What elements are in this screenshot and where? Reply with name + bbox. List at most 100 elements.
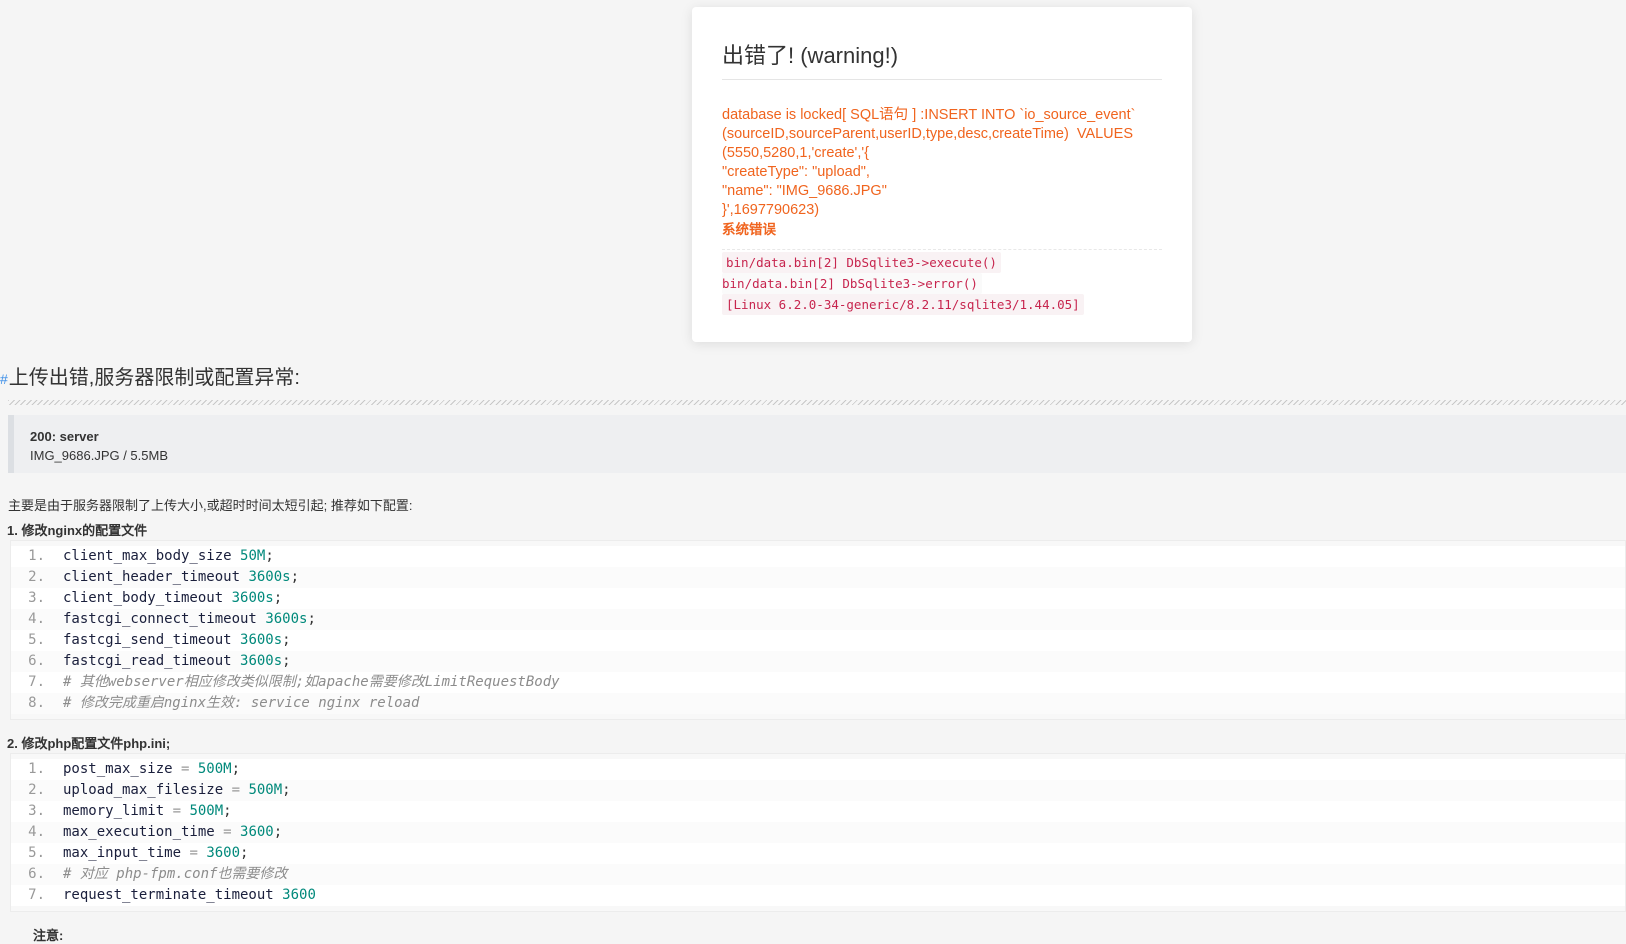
code-operator: =	[223, 782, 249, 798]
code-text: client_body_timeout 3600s;	[63, 588, 282, 609]
code-key: upload_max_filesize	[63, 782, 224, 798]
trace-line-2: bin/data.bin[2] DbSqlite3->error()	[722, 273, 982, 294]
code-operator	[223, 590, 231, 606]
code-key: fastcgi_send_timeout	[63, 632, 232, 648]
code-text: upload_max_filesize = 500M;	[63, 780, 291, 801]
code-value: 3600s	[248, 569, 291, 585]
error-trace: bin/data.bin[2] DbSqlite3->execute() bin…	[722, 252, 1162, 315]
code-terminator: ;	[240, 845, 249, 861]
code-terminator: ;	[290, 569, 300, 585]
error-type-label: 系统错误	[722, 222, 776, 237]
nginx-step-title: 1. 修改nginx的配置文件	[7, 523, 148, 538]
code-value: 3600s	[240, 653, 283, 669]
php-config-code[interactable]: 1. post_max_size = 500M; 2. upload_max_file…	[10, 753, 1626, 912]
line-number: 4.	[28, 611, 45, 627]
line-number: 3.	[28, 803, 45, 819]
trace-line-1: bin/data.bin[2] DbSqlite3->execute()	[722, 252, 1001, 273]
code-value: 3600	[240, 824, 274, 840]
code-line: 7. # 其他webserver相应修改类似限制;如apache需要修改Limit…	[11, 672, 1625, 693]
line-number: 7.	[28, 674, 45, 690]
code-text: fastcgi_send_timeout 3600s;	[63, 630, 291, 651]
code-line: 6. # 对应 php-fpm.conf也需要修改	[11, 864, 1625, 885]
code-value: 3600s	[265, 611, 308, 627]
code-text: post_max_size = 500M;	[63, 759, 240, 780]
code-key: memory_limit	[63, 803, 165, 819]
uploaded-file-info: IMG_9686.JPG / 5.5MB	[30, 448, 169, 463]
note-label: 注意:	[33, 928, 64, 943]
code-line: 3. client_body_timeout 3600s;	[11, 588, 1625, 609]
code-operator: =	[181, 845, 207, 861]
trace-line-3: [Linux 6.2.0-34-generic/8.2.11/sqlite3/1…	[722, 294, 1084, 315]
error-divider	[722, 249, 1162, 250]
code-terminator: ;	[231, 761, 241, 777]
code-operator	[232, 653, 240, 669]
error-message: database is locked[ SQL语句 ] :INSERT INTO…	[722, 107, 1136, 218]
code-text: request_terminate_timeout 3600	[63, 885, 316, 906]
code-operator	[274, 887, 282, 903]
line-number: 6.	[28, 866, 45, 882]
line-number: 6.	[28, 653, 45, 669]
status-code: 200: server	[30, 429, 99, 444]
code-operator: =	[164, 803, 190, 819]
code-text: fastcgi_read_timeout 3600s;	[63, 651, 291, 672]
code-line: 2. upload_max_filesize = 500M;	[11, 780, 1625, 801]
line-number: 2.	[28, 782, 45, 798]
code-terminator: ;	[282, 632, 291, 648]
code-key: client_max_body_size	[63, 548, 232, 564]
code-text: fastcgi_connect_timeout 3600s;	[63, 609, 316, 630]
code-value: 3600	[282, 887, 316, 903]
code-terminator: ;	[273, 590, 283, 606]
heading-marker: #	[0, 370, 8, 387]
code-text: # 对应 php-fpm.conf也需要修改	[63, 864, 287, 885]
line-number: 3.	[28, 590, 45, 606]
code-line: 1. post_max_size = 500M;	[11, 759, 1625, 780]
nginx-config-code[interactable]: 1. client_max_body_size 50M; 2. client_head…	[10, 540, 1626, 720]
code-line: 3. memory_limit = 500M;	[11, 801, 1625, 822]
recommendation-intro: 主要是由于服务器限制了上传大小,或超时时间太短引起; 推荐如下配置:	[8, 498, 413, 513]
upload-error-title-text: 上传出错,服务器限制或配置异常:	[8, 367, 300, 389]
code-terminator: ;	[282, 782, 291, 798]
code-key: max_input_time	[63, 845, 182, 861]
code-text: client_max_body_size 50M;	[63, 546, 274, 567]
code-text: max_execution_time = 3600;	[63, 822, 282, 843]
code-value: 500M	[197, 761, 232, 777]
php-step-title: 2. 修改php配置文件php.ini;	[7, 736, 171, 751]
code-line: 1. client_max_body_size 50M;	[11, 546, 1625, 567]
code-text: max_input_time = 3600;	[63, 843, 248, 864]
code-comment: # 对应 php-fpm.conf也需要修改	[63, 866, 288, 882]
code-line: 7. request_terminate_timeout 3600	[11, 885, 1625, 906]
code-comment: # 修改完成重启nginx生效: service nginx reload	[63, 695, 420, 711]
code-line: 2. client_header_timeout 3600s;	[11, 567, 1625, 588]
code-value: 3600	[206, 845, 241, 861]
error-title: 出错了! (warning!)	[722, 41, 1162, 80]
code-text: # 其他webserver相应修改类似限制;如apache需要修改LimitRe…	[63, 672, 560, 693]
line-number: 5.	[28, 845, 45, 861]
code-text: client_header_timeout 3600s;	[63, 567, 299, 588]
code-value: 50M	[240, 548, 266, 564]
line-number: 7.	[28, 887, 45, 903]
code-line: 5. max_input_time = 3600;	[11, 843, 1625, 864]
line-number: 4.	[28, 824, 45, 840]
code-key: fastcgi_read_timeout	[63, 653, 232, 669]
code-line: 5. fastcgi_send_timeout 3600s;	[11, 630, 1625, 651]
code-line: 8. # 修改完成重启nginx生效: service nginx reload	[11, 693, 1625, 714]
section-divider	[8, 400, 1626, 405]
code-key: post_max_size	[63, 761, 173, 777]
code-key: request_terminate_timeout	[63, 887, 274, 903]
code-operator: =	[172, 761, 198, 777]
code-line: 4. fastcgi_connect_timeout 3600s;	[11, 609, 1625, 630]
code-operator: =	[214, 824, 241, 840]
code-text: memory_limit = 500M;	[63, 801, 232, 822]
code-terminator: ;	[223, 803, 232, 819]
line-number: 5.	[28, 632, 45, 648]
code-operator	[232, 548, 240, 564]
code-value: 500M	[189, 803, 224, 819]
code-value: 500M	[248, 782, 283, 798]
line-number: 8.	[28, 695, 45, 711]
code-terminator: ;	[273, 824, 283, 840]
code-operator	[232, 632, 240, 648]
error-dialog: 出错了! (warning!) database is locked[ SQL语…	[692, 7, 1192, 342]
code-line: 6. fastcgi_read_timeout 3600s;	[11, 651, 1625, 672]
code-key: fastcgi_connect_timeout	[63, 611, 257, 627]
upload-error-title: #上传出错,服务器限制或配置异常:	[0, 365, 300, 392]
